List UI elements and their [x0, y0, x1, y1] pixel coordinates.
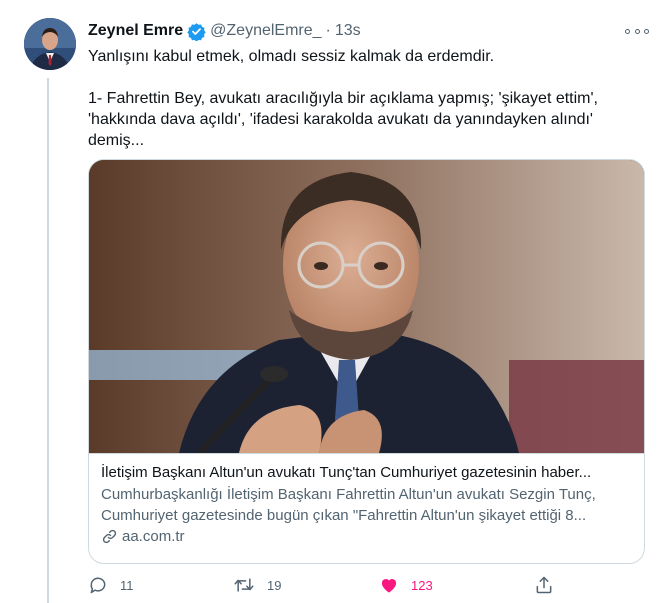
tweet-text: Yanlışını kabul etmek, olmadı sessiz kal… — [88, 46, 648, 151]
retweet-icon — [234, 578, 254, 592]
tweet-header: Zeynel Emre @ZeynelEmre_ · 13s — [88, 20, 361, 42]
card-description: Cumhurbaşkanlığı İletişim Başkanı Fahret… — [101, 484, 636, 526]
like-count: 123 — [411, 577, 433, 593]
author-name[interactable]: Zeynel Emre — [88, 22, 183, 40]
like-button[interactable]: 123 — [379, 575, 433, 595]
avatar[interactable] — [24, 18, 76, 70]
link-icon — [102, 529, 117, 544]
card-title[interactable]: İletişim Başkanı Altun'un avukatı Tunç't… — [101, 462, 636, 483]
tweet-text-line: Yanlışını kabul etmek, olmadı sessiz kal… — [88, 48, 495, 65]
tweet-text-line: 'hakkında dava açıldı', 'ifadesi karakol… — [88, 111, 593, 128]
verified-badge-icon — [187, 22, 206, 42]
header-separator: · — [325, 22, 331, 39]
card-body[interactable]: İletişim Başkanı Altun'un avukatı Tunç't… — [89, 453, 644, 563]
tweet-text-line: 1- Fahrettin Bey, avukatı aracılığıyla b… — [88, 90, 598, 107]
reply-count: 11 — [120, 577, 134, 593]
reply-button[interactable]: 11 — [88, 575, 134, 595]
tweet-actions: 11 19 123 — [88, 575, 558, 597]
share-icon — [536, 576, 552, 594]
tweet-text-line: demiş... — [88, 132, 145, 149]
more-options-icon[interactable] — [625, 22, 649, 40]
share-button[interactable] — [534, 575, 554, 595]
card-domain[interactable]: aa.com.tr — [101, 528, 185, 545]
retweet-button[interactable]: 19 — [233, 575, 281, 595]
retweet-count: 19 — [267, 577, 282, 593]
thread-line — [47, 78, 49, 603]
card-description-line: Cumhurbaşkanlığı İletişim Başkanı Fahret… — [101, 486, 596, 503]
heart-icon — [381, 579, 397, 593]
card-image[interactable] — [89, 160, 644, 453]
tweet-timestamp[interactable]: 13s — [335, 22, 361, 40]
card-description-line: Cumhuriyet gazetesinde bugün çıkan "Fahr… — [101, 507, 587, 524]
reply-icon — [90, 577, 106, 594]
card-domain-text: aa.com.tr — [122, 528, 185, 545]
tweet[interactable]: Zeynel Emre @ZeynelEmre_ · 13s Yanlışını… — [0, 0, 659, 603]
author-handle[interactable]: @ZeynelEmre_ — [210, 22, 321, 40]
link-preview-card[interactable]: İletişim Başkanı Altun'un avukatı Tunç't… — [88, 159, 645, 564]
